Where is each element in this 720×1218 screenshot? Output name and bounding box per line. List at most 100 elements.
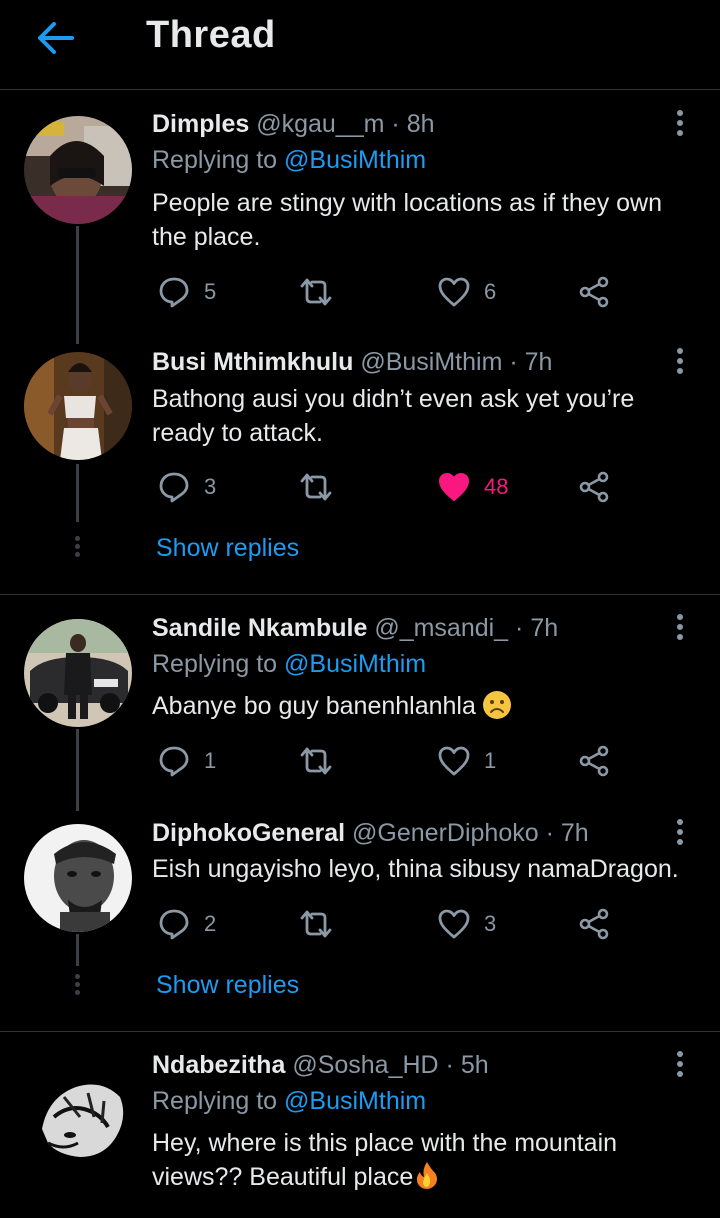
share-icon bbox=[579, 276, 609, 308]
author-handle[interactable]: @kgau__m bbox=[256, 110, 384, 138]
more-options-icon[interactable] bbox=[666, 614, 694, 654]
author-handle[interactable]: @GenerDiphoko bbox=[352, 819, 539, 847]
share-button[interactable] bbox=[578, 272, 610, 312]
author-name[interactable]: DiphokoGeneral bbox=[152, 819, 345, 847]
retweet-button[interactable] bbox=[298, 741, 334, 781]
retweet-icon bbox=[300, 473, 332, 501]
more-options-icon[interactable] bbox=[666, 1051, 694, 1091]
heart-filled-icon bbox=[439, 473, 469, 501]
mention-link[interactable]: @BusiMthim bbox=[284, 650, 426, 678]
separator: · bbox=[391, 110, 400, 138]
reply-icon bbox=[159, 277, 189, 308]
share-button[interactable] bbox=[578, 741, 610, 781]
tweet-text-row: Abanye bo guy banenhlanhla bbox=[152, 689, 700, 723]
reply-count: 5 bbox=[204, 279, 217, 304]
more-replies-dots bbox=[75, 536, 80, 560]
back-arrow-icon[interactable] bbox=[34, 18, 78, 58]
like-count: 6 bbox=[484, 279, 497, 304]
tweet-meta: Busi Mthimkhulu @BusiMthim · 7h bbox=[152, 348, 552, 377]
retweet-icon bbox=[300, 747, 332, 775]
heart-icon bbox=[438, 909, 470, 939]
top-app-bar: Thread bbox=[0, 0, 720, 90]
author-handle[interactable]: @BusiMthim bbox=[360, 348, 502, 376]
show-replies-link[interactable]: Show replies bbox=[156, 534, 299, 563]
tweet-text: Eish ungayisho leyo, thina sibusy namaDr… bbox=[152, 855, 679, 883]
separator: · bbox=[445, 1051, 454, 1079]
reply-button[interactable]: 1 bbox=[158, 741, 216, 781]
mention-link[interactable]: @BusiMthim bbox=[284, 1087, 426, 1115]
like-button[interactable]: 1 bbox=[438, 741, 496, 781]
share-button[interactable] bbox=[578, 467, 610, 507]
thread-line bbox=[76, 729, 79, 811]
tweet-actions: 1 1 bbox=[152, 741, 632, 781]
divider bbox=[0, 594, 720, 595]
like-button[interactable]: 48 bbox=[438, 467, 508, 507]
reply-button[interactable]: 3 bbox=[158, 467, 216, 507]
author-handle[interactable]: @Sosha_HD bbox=[292, 1051, 438, 1079]
tweet-text: Abanye bo guy banenhlanhla bbox=[152, 692, 476, 720]
separator: · bbox=[509, 348, 518, 376]
avatar[interactable] bbox=[24, 1057, 132, 1165]
avatar[interactable] bbox=[24, 619, 132, 727]
reply-button[interactable]: 2 bbox=[158, 904, 216, 944]
show-replies-link[interactable]: Show replies bbox=[156, 971, 299, 1000]
timestamp: 7h bbox=[530, 614, 559, 642]
replying-to-label: Replying to bbox=[152, 146, 285, 174]
author-name[interactable]: Busi Mthimkhulu bbox=[152, 348, 353, 376]
timestamp: 5h bbox=[460, 1051, 489, 1079]
tweet-text: Hey, where is this place with the mounta… bbox=[152, 1129, 618, 1191]
timestamp: 7h bbox=[560, 819, 589, 847]
tweet-text: People are stingy with locations as if t… bbox=[152, 189, 662, 251]
share-icon bbox=[579, 471, 609, 503]
retweet-icon bbox=[300, 278, 332, 306]
retweet-icon bbox=[300, 910, 332, 938]
like-count: 48 bbox=[484, 474, 509, 499]
page-title: Thread bbox=[146, 14, 276, 56]
timestamp: 8h bbox=[406, 110, 435, 138]
thread-line bbox=[76, 226, 79, 344]
tweet-actions: 2 3 bbox=[152, 904, 632, 944]
separator: · bbox=[545, 819, 554, 847]
author-name[interactable]: Dimples bbox=[152, 110, 249, 138]
replying-to: Replying to @BusiMthim bbox=[152, 1087, 426, 1116]
reply-count: 1 bbox=[204, 748, 217, 773]
reply-icon bbox=[159, 472, 189, 503]
mention-link[interactable]: @BusiMthim bbox=[284, 146, 426, 174]
thread-line bbox=[76, 934, 79, 966]
more-replies-dots bbox=[75, 974, 80, 998]
retweet-button[interactable] bbox=[298, 467, 334, 507]
share-button[interactable] bbox=[578, 904, 610, 944]
retweet-button[interactable] bbox=[298, 272, 334, 312]
author-handle[interactable]: @_msandi_ bbox=[374, 614, 508, 642]
timestamp: 7h bbox=[524, 348, 553, 376]
avatar[interactable] bbox=[24, 116, 132, 224]
author-name[interactable]: Sandile Nkambule bbox=[152, 614, 367, 642]
tweet-text: Bathong ausi you didn’t even ask yet you… bbox=[152, 385, 635, 447]
avatar[interactable] bbox=[24, 824, 132, 932]
like-button[interactable]: 3 bbox=[438, 904, 496, 944]
retweet-button[interactable] bbox=[298, 904, 334, 944]
tweet-meta: Dimples @kgau__m · 8h bbox=[152, 110, 435, 139]
like-count: 1 bbox=[484, 748, 497, 773]
separator: · bbox=[515, 614, 524, 642]
reply-button[interactable]: 5 bbox=[158, 272, 216, 312]
replying-to: Replying to @BusiMthim bbox=[152, 650, 426, 679]
author-name[interactable]: Ndabezitha bbox=[152, 1051, 285, 1079]
replying-to-label: Replying to bbox=[152, 1087, 285, 1115]
more-options-icon[interactable] bbox=[666, 110, 694, 150]
tweet-text-row: Hey, where is this place with the mounta… bbox=[152, 1126, 700, 1194]
reply-count: 3 bbox=[204, 474, 217, 499]
share-icon bbox=[579, 745, 609, 777]
thread-line bbox=[76, 464, 79, 522]
fire-emoji-icon bbox=[417, 1162, 438, 1189]
replying-to-label: Replying to bbox=[152, 650, 285, 678]
tweet-actions: 3 48 bbox=[152, 467, 632, 507]
reply-icon bbox=[159, 909, 189, 940]
divider bbox=[0, 1031, 720, 1032]
replying-to: Replying to @BusiMthim bbox=[152, 146, 426, 175]
reply-icon bbox=[159, 746, 189, 777]
heart-icon bbox=[438, 277, 470, 307]
like-button[interactable]: 6 bbox=[438, 272, 496, 312]
frowning-face-emoji-icon bbox=[482, 691, 511, 719]
avatar[interactable] bbox=[24, 352, 132, 460]
